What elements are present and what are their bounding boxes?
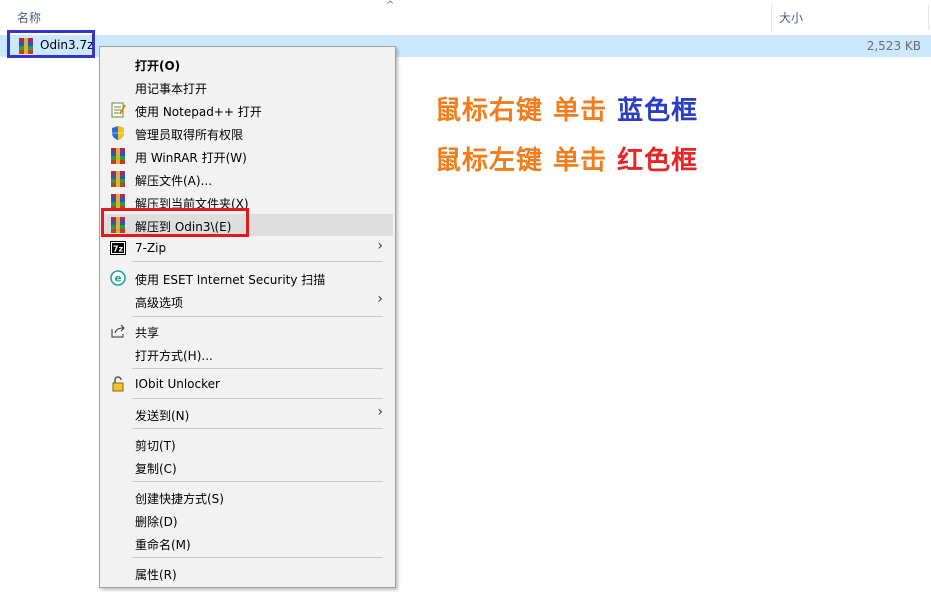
- menu-item-admin-take[interactable]: 管理员取得所有权限: [102, 122, 393, 144]
- column-name-header[interactable]: 名称: [17, 9, 41, 26]
- menu-item-delete[interactable]: 删除(D): [102, 509, 393, 531]
- menu-separator: [132, 398, 383, 399]
- annotation-text: 单击: [553, 146, 608, 176]
- menu-item-label: 删除(D): [135, 515, 178, 529]
- svg-text:e: e: [115, 274, 122, 285]
- svg-text:7z: 7z: [113, 245, 124, 254]
- column-divider[interactable]: [771, 4, 772, 30]
- menu-item-label: 高级选项: [135, 296, 184, 310]
- menu-item-label: 使用 Notepad++ 打开: [135, 105, 262, 119]
- menu-item-iobit-unlocker[interactable]: IObit Unlocker: [102, 373, 393, 395]
- notepadpp-icon: [110, 102, 126, 118]
- share-icon: [110, 323, 126, 339]
- menu-separator: [132, 261, 383, 262]
- context-menu: 打开(O) 用记事本打开 使用 Notepad++ 打开 管理员取得所有权限 用…: [99, 46, 396, 588]
- 7zip-icon: 7z: [110, 240, 126, 256]
- column-size-header[interactable]: 大小: [779, 9, 803, 26]
- menu-item-open-with[interactable]: 打开方式(H)...: [102, 343, 393, 365]
- menu-item-cut[interactable]: 剪切(T): [102, 433, 393, 455]
- menu-item-label: 创建快捷方式(S): [135, 492, 224, 506]
- annotation-text: 红色框: [617, 146, 699, 176]
- menu-item-copy[interactable]: 复制(C): [102, 456, 393, 478]
- menu-item-label: IObit Unlocker: [135, 377, 220, 391]
- menu-item-label: 复制(C): [135, 462, 177, 476]
- menu-item-open[interactable]: 打开(O): [102, 53, 393, 75]
- submenu-arrow-icon: ›: [377, 291, 383, 307]
- menu-separator: [132, 481, 383, 482]
- menu-item-label: 共享: [135, 326, 160, 340]
- winrar-icon: [110, 171, 126, 187]
- eset-icon: e: [110, 270, 126, 286]
- menu-item-label: 解压文件(A)...: [135, 174, 213, 188]
- menu-item-eset-scan[interactable]: e 使用 ESET Internet Security 扫描: [102, 267, 393, 289]
- menu-separator: [132, 316, 383, 317]
- annotation-left-click: 鼠标左键 单击 红色框: [435, 140, 698, 177]
- uac-shield-icon: [110, 125, 126, 141]
- menu-item-extract-files[interactable]: 解压文件(A)...: [102, 168, 393, 190]
- menu-item-label: 剪切(T): [135, 439, 176, 453]
- menu-item-share[interactable]: 共享: [102, 320, 393, 342]
- winrar-icon: [110, 148, 126, 164]
- menu-item-label: 属性(R): [135, 568, 177, 582]
- file-size: 2,523 KB: [866, 39, 921, 53]
- menu-item-advanced[interactable]: 高级选项 ›: [102, 290, 393, 312]
- menu-item-label: 重命名(M): [135, 538, 191, 552]
- menu-separator: [132, 557, 383, 558]
- menu-item-open-notepadpp[interactable]: 使用 Notepad++ 打开: [102, 99, 393, 121]
- annotation-text: 鼠标右键: [435, 96, 544, 126]
- annotation-text: 单击: [553, 96, 608, 126]
- column-divider[interactable]: [928, 4, 929, 30]
- menu-item-properties[interactable]: 属性(R): [102, 562, 393, 584]
- menu-item-label: 用 WinRAR 打开(W): [135, 151, 247, 165]
- menu-item-label: 管理员取得所有权限: [135, 128, 244, 142]
- submenu-arrow-icon: ›: [377, 404, 383, 420]
- menu-item-7zip[interactable]: 7z 7-Zip ›: [102, 237, 393, 259]
- blue-highlight-frame: [7, 30, 95, 58]
- menu-item-label: 使用 ESET Internet Security 扫描: [135, 273, 326, 287]
- menu-item-label: 打开(O): [135, 59, 181, 73]
- annotation-text: 鼠标左键: [435, 146, 544, 176]
- menu-item-open-notepad[interactable]: 用记事本打开: [102, 76, 393, 98]
- menu-item-open-winrar[interactable]: 用 WinRAR 打开(W): [102, 145, 393, 167]
- menu-item-send-to[interactable]: 发送到(N) ›: [102, 403, 393, 425]
- menu-item-label: 发送到(N): [135, 409, 190, 423]
- submenu-arrow-icon: ›: [377, 238, 383, 254]
- annotation-text: 蓝色框: [617, 96, 699, 126]
- menu-separator: [132, 428, 383, 429]
- menu-item-label: 7-Zip: [135, 241, 167, 255]
- menu-item-rename[interactable]: 重命名(M): [102, 532, 393, 554]
- red-highlight-frame: [101, 208, 249, 237]
- menu-item-label: 打开方式(H)...: [135, 349, 213, 363]
- menu-item-create-shortcut[interactable]: 创建快捷方式(S): [102, 486, 393, 508]
- menu-separator: [132, 368, 383, 369]
- column-header: 名称 ^ 大小: [0, 0, 931, 33]
- annotation-right-click: 鼠标右键 单击 蓝色框: [435, 90, 698, 127]
- sort-ascending-icon: ^: [386, 0, 395, 11]
- lock-icon: [110, 376, 126, 392]
- menu-item-label: 用记事本打开: [135, 82, 208, 96]
